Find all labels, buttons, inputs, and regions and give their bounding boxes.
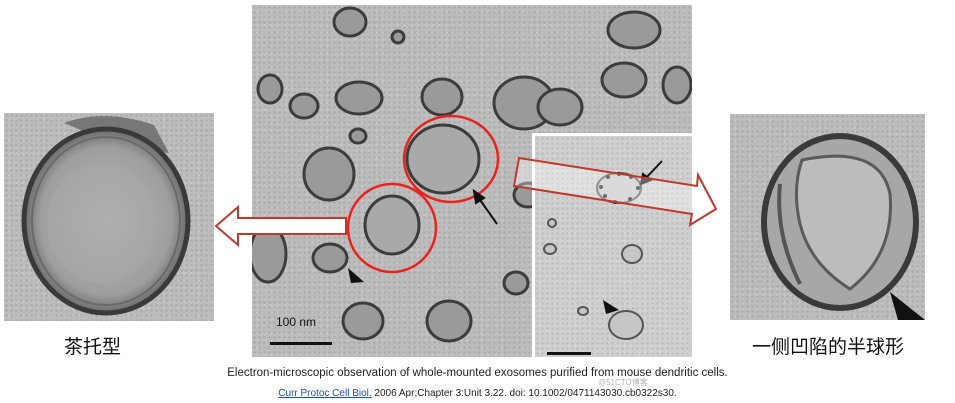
inset-image: [532, 133, 692, 357]
citation-journal-link[interactable]: Curr Protoc Cell Biol.: [278, 388, 371, 399]
cup-vesicle-image: [21, 115, 191, 316]
arrowhead-marker-right: [890, 292, 925, 320]
left-panel-label: 茶托型: [64, 336, 122, 358]
watermark: @51CTO博客: [598, 378, 648, 387]
left-zoom-panel: [4, 113, 214, 321]
main-tem-image: 100 nm: [252, 5, 692, 357]
citation: Curr Protoc Cell Biol. 2006 Apr;Chapter …: [0, 388, 955, 399]
right-zoom-panel: [730, 114, 925, 320]
scale-bar-label: 100 nm: [276, 315, 317, 329]
hemisphere-vesicle-image: [761, 133, 925, 320]
citation-details: 2006 Apr;Chapter 3:Unit 3.22. doi: 10.10…: [371, 388, 677, 399]
arrowhead-marker-inset: [603, 300, 619, 314]
scale-bar: [270, 342, 332, 345]
inset-exosomes: [543, 160, 663, 355]
arrowhead-marker-main: [348, 268, 364, 283]
arrow-marker-inset: [639, 160, 663, 186]
figure-caption: Electron-microscopic observation of whol…: [227, 367, 728, 379]
right-panel-label: 一侧凹陷的半球形: [752, 336, 905, 358]
arrow-marker-main: [472, 188, 498, 225]
inset-scale-bar: [547, 352, 591, 355]
